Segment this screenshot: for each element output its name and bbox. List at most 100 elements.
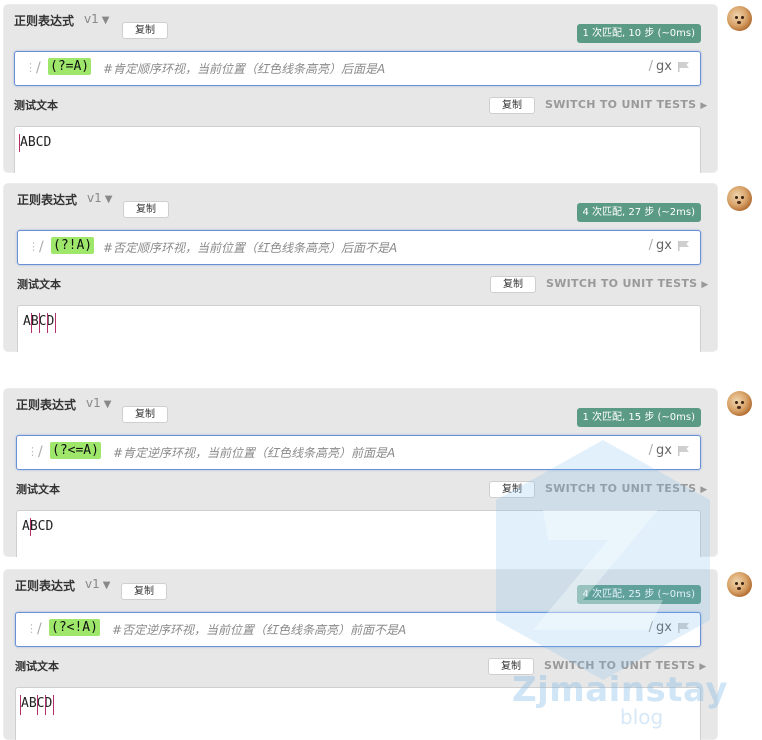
regex-expression: (?=A) <box>48 58 92 75</box>
match-info-badge: 4 次匹配, 25 步 (~0ms) <box>576 585 701 604</box>
test-text-input[interactable]: ABCD <box>16 510 701 557</box>
regex-flags[interactable]: / gx <box>649 59 672 74</box>
drag-handle-icon[interactable]: ⋮ <box>26 622 37 635</box>
regex-expression: (?<!A) <box>49 619 100 636</box>
watermark-subtext: blog <box>620 705 664 729</box>
test-text-label: 测试文本 <box>15 660 59 673</box>
match-position-marker <box>19 134 20 152</box>
match-info-badge: 1 次匹配, 15 步 (~0ms) <box>576 408 701 427</box>
regex-label: 正则表达式 <box>17 193 78 207</box>
avatar[interactable] <box>727 6 752 31</box>
regex-delimiter: / <box>36 60 41 76</box>
avatar[interactable] <box>727 391 752 416</box>
match-position-marker <box>30 518 31 536</box>
copy-test-button[interactable]: 复制 <box>489 481 535 498</box>
regex-panel-2: 正则表达式 v1 ▼ 复制 4 次匹配, 27 步 (~2ms) ⋮ / (?!A… <box>4 184 717 352</box>
version-select[interactable]: v1 ▼ <box>84 12 109 26</box>
avatar[interactable] <box>727 186 752 211</box>
regex-label: 正则表达式 <box>15 579 76 593</box>
regex-header: 正则表达式 v1 ▼ 复制 4 次匹配, 25 步 (~0ms) <box>4 570 717 604</box>
regex-header: 正则表达式 v1 ▼ 复制 1 次匹配, 10 步 (~0ms) <box>4 5 717 43</box>
chevron-down-icon: ▼ <box>102 580 111 591</box>
match-info-badge: 4 次匹配, 27 步 (~2ms) <box>576 203 701 222</box>
switch-unit-tests-link[interactable]: SWITCH TO UNIT TESTS ▶ <box>545 98 708 111</box>
regex-panel-3: 正则表达式 v1 ▼ 复制 1 次匹配, 15 步 (~0ms) ⋮ / (?<=… <box>4 389 717 557</box>
regex-panel-4: 正则表达式 v1 ▼ 复制 4 次匹配, 25 步 (~0ms) ⋮ / (?<!… <box>4 570 717 740</box>
match-position-marker <box>37 695 38 715</box>
flags-label: gx <box>656 59 672 74</box>
copy-regex-button[interactable]: 复制 <box>123 201 169 218</box>
flag-icon[interactable] <box>678 241 689 251</box>
version-select[interactable]: v1 ▼ <box>86 396 111 410</box>
regex-input[interactable]: ⋮ / (?=A) #肯定顺序环视，当前位置（红色线条高亮）后面是A / gx <box>14 51 701 86</box>
copy-regex-button[interactable]: 复制 <box>122 406 168 423</box>
chevron-right-icon: ▶ <box>700 101 708 111</box>
regex-comment: #肯定顺序环视，当前位置（红色线条高亮）后面是A <box>103 62 386 76</box>
flags-label: gx <box>656 238 672 253</box>
match-position-marker <box>39 313 40 333</box>
copy-regex-button[interactable]: 复制 <box>122 22 168 39</box>
drag-handle-icon[interactable]: ⋮ <box>27 445 38 458</box>
version-select[interactable]: v1 ▼ <box>87 191 112 205</box>
unit-tests-label: SWITCH TO UNIT TESTS <box>545 98 697 111</box>
copy-test-button[interactable]: 复制 <box>489 97 535 114</box>
regex-expression: (?<=A) <box>50 442 101 459</box>
unit-tests-label: SWITCH TO UNIT TESTS <box>546 277 698 290</box>
test-text-input[interactable]: ABCD <box>14 126 701 173</box>
regex-header: 正则表达式 v1 ▼ 复制 1 次匹配, 15 步 (~0ms) <box>4 389 717 427</box>
regex-flags[interactable]: / gx <box>649 238 672 253</box>
chevron-down-icon: ▼ <box>101 15 110 26</box>
regex-flags[interactable]: / gx <box>649 620 672 635</box>
regex-expression: (?!A) <box>51 237 95 254</box>
match-info-badge: 1 次匹配, 10 步 (~0ms) <box>576 24 701 43</box>
chevron-down-icon: ▼ <box>104 194 113 205</box>
regex-label: 正则表达式 <box>16 398 77 412</box>
chevron-right-icon: ▶ <box>700 485 708 495</box>
version-label: v1 <box>87 191 102 205</box>
test-text-label: 测试文本 <box>16 483 60 496</box>
copy-test-button[interactable]: 复制 <box>490 276 536 293</box>
regex-header: 正则表达式 v1 ▼ 复制 4 次匹配, 27 步 (~2ms) <box>4 184 717 222</box>
regex-input[interactable]: ⋮ / (?<=A) #肯定逆序环视，当前位置（红色线条高亮）前面是A / gx <box>16 435 701 470</box>
version-label: v1 <box>85 577 100 591</box>
flag-icon[interactable] <box>678 623 689 633</box>
test-text: ABCD <box>22 519 54 534</box>
regex-panel-1: 正则表达式 v1 ▼ 复制 1 次匹配, 10 步 (~0ms) ⋮ / (?=A… <box>4 5 717 173</box>
version-select[interactable]: v1 ▼ <box>85 577 110 591</box>
test-text-label: 测试文本 <box>17 278 61 291</box>
match-position-marker <box>31 313 32 333</box>
switch-unit-tests-link[interactable]: SWITCH TO UNIT TESTS ▶ <box>545 482 708 495</box>
drag-handle-icon[interactable]: ⋮ <box>28 240 39 253</box>
avatar[interactable] <box>727 572 752 597</box>
test-text: ABCD <box>20 135 52 150</box>
regex-delimiter: / <box>38 444 43 460</box>
regex-input[interactable]: ⋮ / (?<!A) #否定逆序环视，当前位置（红色线条高亮）前面不是A / gx <box>15 612 701 647</box>
watermark-text: Zjmainstay <box>512 670 729 710</box>
test-text-label: 测试文本 <box>14 99 58 112</box>
regex-label: 正则表达式 <box>14 14 75 28</box>
flag-icon[interactable] <box>678 62 689 72</box>
match-position-marker <box>55 313 56 333</box>
match-position-marker <box>45 695 46 715</box>
version-label: v1 <box>84 12 99 26</box>
flag-icon[interactable] <box>678 446 689 456</box>
regex-comment: #肯定逆序环视，当前位置（红色线条高亮）前面是A <box>113 446 396 460</box>
regex-comment: #否定顺序环视，当前位置（红色线条高亮）后面不是A <box>103 241 398 255</box>
chevron-down-icon: ▼ <box>103 399 112 410</box>
match-position-marker <box>53 695 54 715</box>
test-text-input[interactable]: ABCD <box>17 305 701 352</box>
match-position-marker <box>20 695 21 715</box>
flags-label: gx <box>656 443 672 458</box>
regex-input[interactable]: ⋮ / (?!A) #否定顺序环视，当前位置（红色线条高亮）后面不是A / gx <box>17 230 701 265</box>
match-position-marker <box>47 313 48 333</box>
switch-unit-tests-link[interactable]: SWITCH TO UNIT TESTS ▶ <box>546 277 709 290</box>
regex-delimiter: / <box>39 239 44 255</box>
copy-regex-button[interactable]: 复制 <box>121 583 167 600</box>
unit-tests-label: SWITCH TO UNIT TESTS <box>545 482 697 495</box>
regex-delimiter: / <box>37 621 42 637</box>
regex-comment: #否定逆序环视，当前位置（红色线条高亮）前面不是A <box>112 623 407 637</box>
regex-flags[interactable]: / gx <box>649 443 672 458</box>
flags-label: gx <box>656 620 672 635</box>
chevron-right-icon: ▶ <box>701 280 709 290</box>
drag-handle-icon[interactable]: ⋮ <box>25 61 36 74</box>
